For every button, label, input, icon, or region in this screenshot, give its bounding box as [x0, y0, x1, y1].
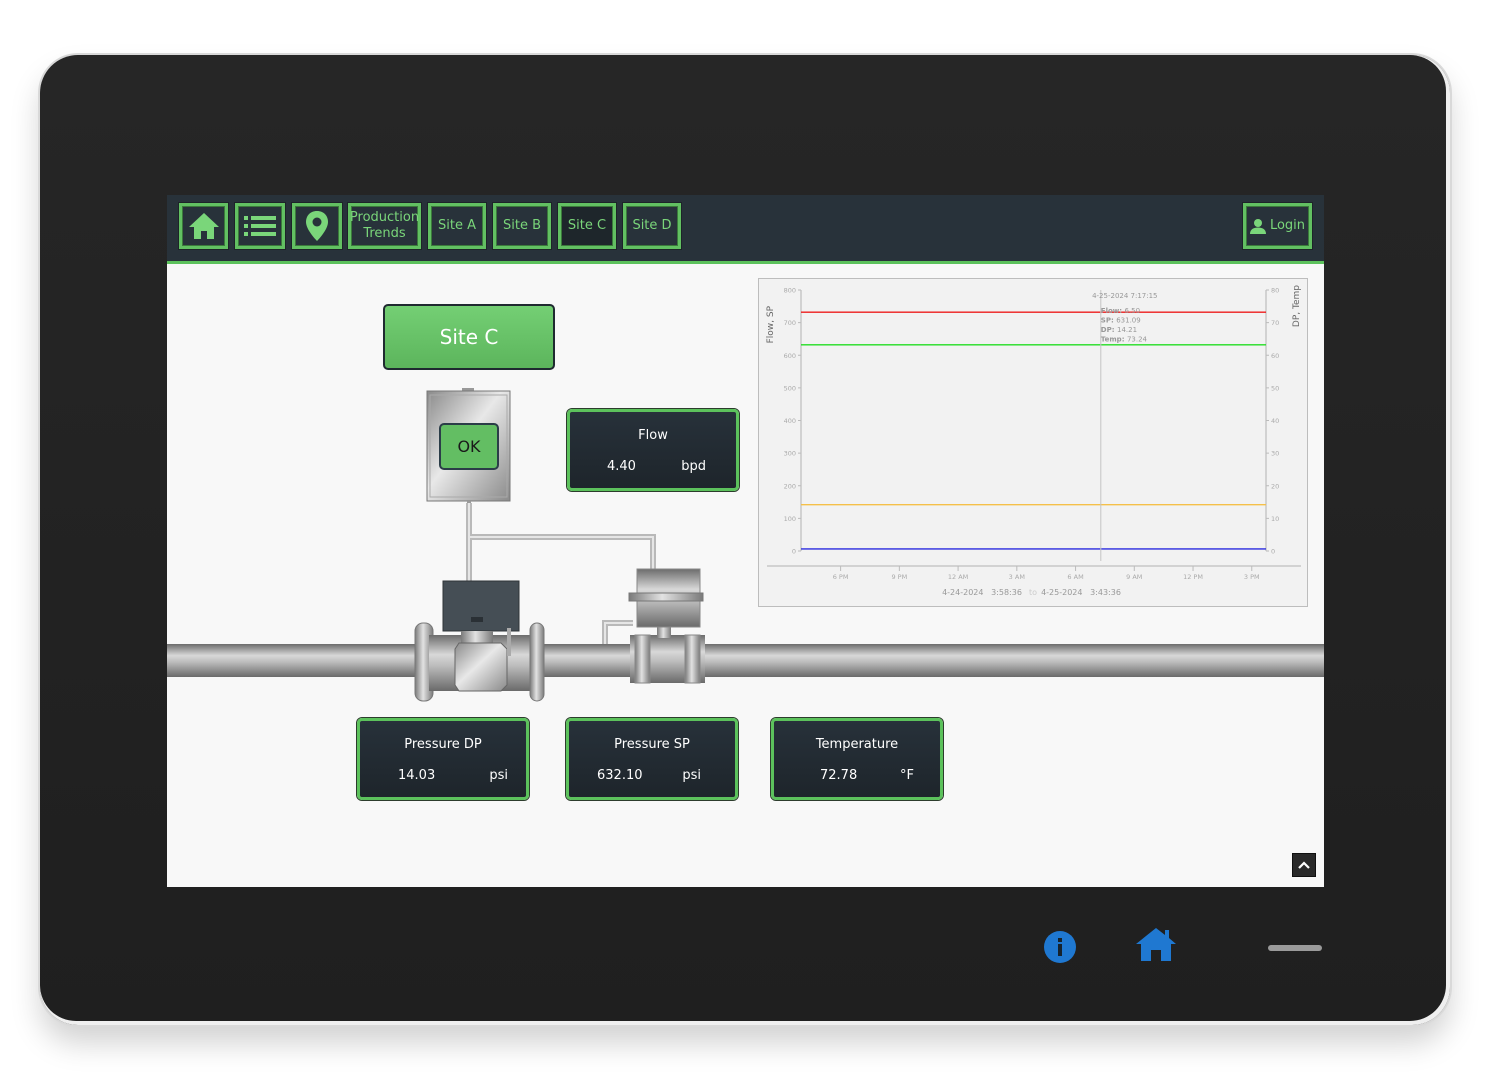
flow-unit: bpd [681, 459, 706, 474]
flow-valve [414, 580, 545, 702]
x-tick-label: 9 PM [891, 573, 907, 581]
left-tick-label: 200 [784, 482, 796, 490]
cursor-readout-label: SP: [1101, 317, 1116, 325]
range-to: to [1029, 588, 1037, 597]
right-tick-label: 70 [1271, 319, 1279, 327]
list-icon [244, 216, 276, 236]
main-pipe [167, 644, 1324, 677]
home-hw-button[interactable] [1135, 926, 1177, 966]
production-trends-label-line1: Production [349, 210, 420, 225]
info-icon [1044, 931, 1076, 963]
cursor-readout-label: DP: [1101, 326, 1117, 334]
pressure-sp-unit: psi [682, 768, 701, 783]
x-tick-label: 6 PM [833, 573, 849, 581]
tab-site-a[interactable]: Site A [427, 202, 487, 250]
production-trends-label-line2: Trends [363, 226, 406, 241]
home-icon [1136, 928, 1176, 961]
cursor-readout: Temp: 73.24 [1101, 336, 1148, 344]
cursor-readout: Flow: 6.50 [1101, 307, 1140, 315]
user-icon [1249, 219, 1266, 234]
info-hw-button[interactable] [1043, 930, 1077, 968]
list-button[interactable] [234, 202, 286, 250]
cursor-readout-value: 73.24 [1127, 336, 1148, 344]
tab-site-a-label: Site A [438, 218, 476, 233]
x-tick-label: 3 PM [1244, 573, 1260, 581]
plot-area [801, 290, 1266, 551]
tab-site-c[interactable]: Site C [557, 202, 617, 250]
temperature-value: 72.78 [820, 768, 858, 783]
cursor-readout-value: 631.09 [1116, 317, 1141, 325]
tab-site-b[interactable]: Site B [492, 202, 552, 250]
right-tick-label: 0 [1271, 548, 1275, 556]
scroll-top-button[interactable] [1292, 853, 1316, 877]
temperature-title: Temperature [815, 737, 899, 752]
cursor-readout-value: 14.21 [1117, 326, 1137, 334]
hmi-screen: Production Trends Site A Site B Site C Si… [167, 195, 1324, 887]
trend-chart-svg: 0 100 200 300 400 500 600 700 800 0 10 20 30 40 50 60 70… [766, 285, 1302, 597]
right-tick-label: 50 [1271, 384, 1279, 392]
flow-meter [628, 568, 705, 684]
left-tick-label: 300 [784, 450, 796, 458]
right-tick-label: 30 [1271, 450, 1279, 458]
left-tick-label: 500 [784, 384, 796, 392]
range-start: 4-24-2024 3:58:36 [942, 588, 1022, 597]
login-label: Login [1269, 218, 1306, 233]
top-navbar: Production Trends Site A Site B Site C Si… [167, 195, 1324, 264]
left-axis-label: Flow, SP [766, 305, 776, 343]
tab-site-d[interactable]: Site D [622, 202, 682, 250]
right-tick-label: 60 [1271, 352, 1279, 360]
left-tick-label: 100 [784, 515, 796, 523]
tab-site-c-label: Site C [567, 218, 607, 233]
location-pin-icon [306, 211, 328, 241]
tab-site-b-label: Site B [502, 218, 541, 233]
cursor-readout: SP: 631.09 [1101, 317, 1141, 325]
pressure-sp-value: 632.10 [597, 768, 643, 783]
pressure-dp-unit: psi [489, 768, 508, 783]
home-button[interactable] [178, 202, 229, 250]
flow-title: Flow [638, 428, 668, 443]
left-tick-label: 400 [784, 417, 796, 425]
login-button[interactable]: Login [1242, 202, 1313, 250]
temperature-unit: °F [900, 768, 914, 783]
right-tick-label: 10 [1271, 515, 1279, 523]
cursor-readout-value: 6.50 [1125, 307, 1141, 315]
left-tick-label: 600 [784, 352, 796, 360]
left-tick-label: 800 [784, 287, 796, 295]
x-tick-label: 9 AM [1126, 573, 1142, 581]
right-tick-label: 40 [1271, 417, 1279, 425]
menu-bar-hw-button[interactable] [1268, 945, 1322, 951]
right-axis-label: DP, Temp [1292, 285, 1302, 327]
flow-panel: Flow 4.40 bpd [567, 409, 739, 491]
x-tick-label: 12 AM [948, 573, 968, 581]
cursor-timestamp: 4-25-2024 7:17:15 [1092, 292, 1157, 300]
right-tick-label: 20 [1271, 482, 1279, 490]
pressure-dp-title: Pressure DP [404, 737, 482, 752]
pressure-sp-panel: Pressure SP 632.10 psi [566, 718, 738, 800]
trend-chart[interactable]: 0 100 200 300 400 500 600 700 800 0 10 20 30 40 50 60 70… [758, 278, 1308, 607]
flow-value: 4.40 [607, 459, 636, 474]
status-ok-label: OK [457, 437, 481, 456]
range-end: 4-25-2024 3:43:36 [1041, 588, 1121, 597]
right-tick-label: 80 [1271, 287, 1279, 295]
site-title-button[interactable]: Site C [383, 304, 555, 370]
location-button[interactable] [291, 202, 343, 250]
x-tick-label: 3 AM [1009, 573, 1025, 581]
status-ok-button[interactable]: OK [439, 423, 499, 470]
cursor-readout-label: Temp: [1101, 336, 1127, 344]
x-tick-label: 12 PM [1183, 573, 1203, 581]
production-trends-button[interactable]: Production Trends [347, 202, 422, 250]
x-tick-label: 6 AM [1067, 573, 1083, 581]
cursor-readout-label: Flow: [1101, 307, 1125, 315]
left-tick-label: 0 [792, 548, 796, 556]
tab-site-d-label: Site D [632, 218, 672, 233]
site-title: Site C [439, 325, 499, 349]
pressure-sp-title: Pressure SP [614, 737, 690, 752]
chevron-up-icon [1298, 861, 1310, 869]
pressure-dp-panel: Pressure DP 14.03 psi [357, 718, 529, 800]
temperature-panel: Temperature 72.78 °F [771, 718, 943, 800]
cursor-readout: DP: 14.21 [1101, 326, 1137, 334]
pressure-dp-value: 14.03 [398, 768, 436, 783]
home-icon [188, 213, 219, 239]
left-tick-label: 700 [784, 319, 796, 327]
